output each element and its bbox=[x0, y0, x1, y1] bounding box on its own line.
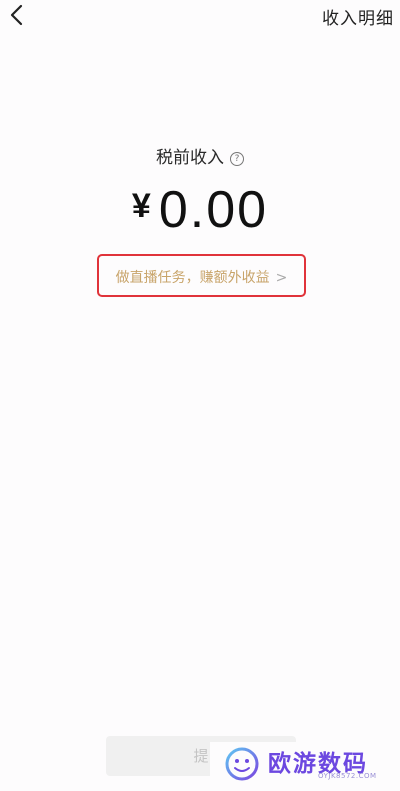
watermark-domain: OYJK8572.COM bbox=[318, 772, 377, 780]
back-button[interactable] bbox=[4, 2, 30, 28]
promo-text-row: 做直播任务，赚额外收益 > bbox=[99, 267, 304, 287]
currency-symbol: ¥ bbox=[131, 187, 151, 225]
amount-value: 0.00 bbox=[158, 181, 269, 239]
earnings-label-row: 税前收入? bbox=[0, 143, 400, 168]
watermark-logo-icon bbox=[225, 747, 259, 781]
chevron-right-icon: > bbox=[275, 270, 288, 286]
promo-label: 做直播任务，赚额外收益 bbox=[115, 270, 270, 286]
watermark: 欧游数码 OYJK8572.COM bbox=[210, 742, 400, 790]
earnings-label: 税前收入 bbox=[156, 148, 224, 168]
income-details-link[interactable]: 收入明细 bbox=[322, 4, 394, 29]
earnings-amount: ¥0.00 bbox=[0, 180, 400, 240]
chevron-left-icon bbox=[10, 4, 23, 26]
withdraw-button-label: 提 bbox=[193, 747, 209, 765]
help-icon[interactable]: ? bbox=[230, 152, 244, 166]
live-task-promo-link[interactable]: 做直播任务，赚额外收益 > bbox=[97, 254, 306, 297]
